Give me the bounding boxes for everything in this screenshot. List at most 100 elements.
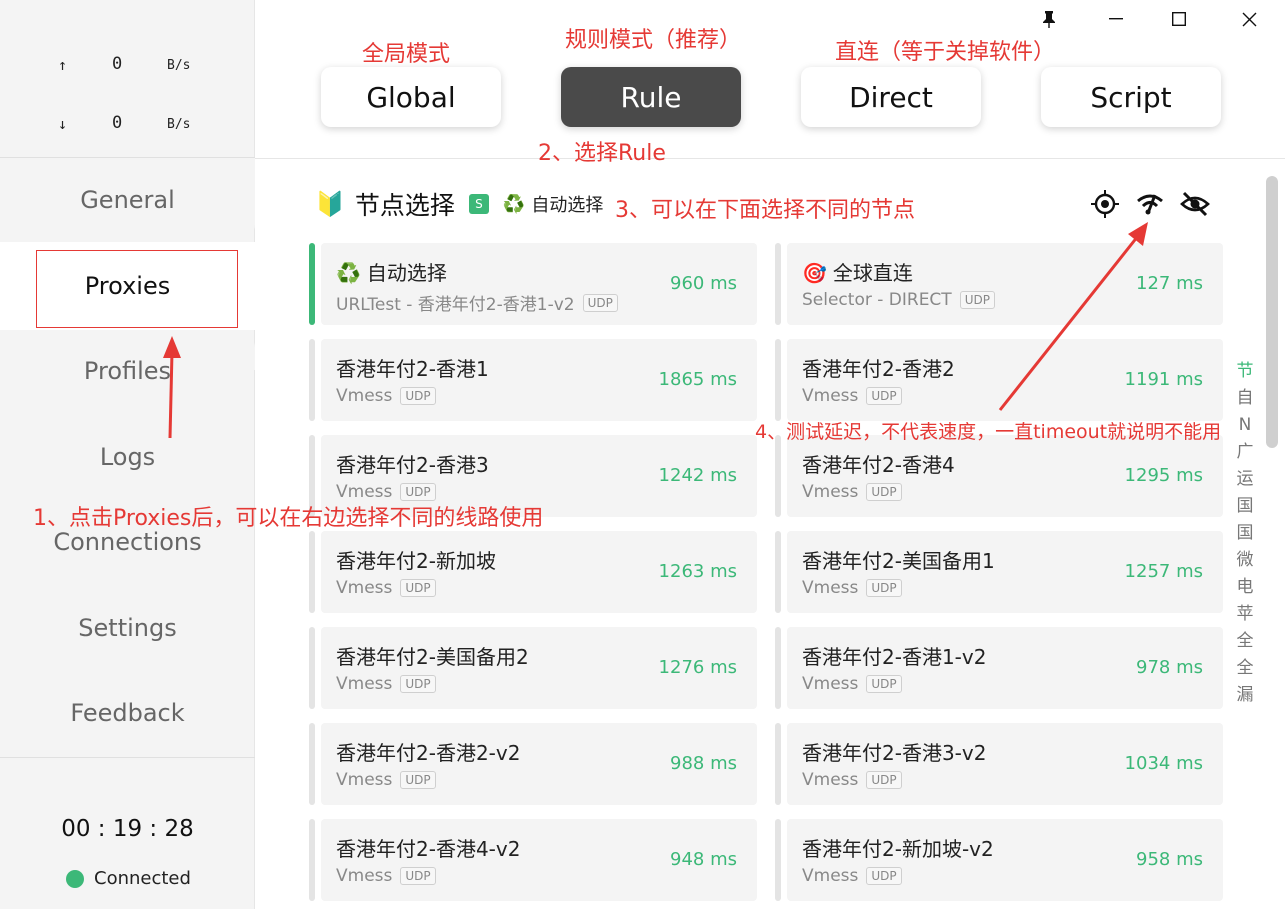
nav-feedback[interactable]: Feedback <box>0 673 255 753</box>
proxy-card[interactable]: 香港年付2-新加坡 Vmess UDP 1263 ms <box>309 531 757 613</box>
alpha-index-item[interactable]: 电 <box>1237 574 1254 601</box>
proxy-card[interactable]: 香港年付2-香港2 Vmess UDP 1191 ms <box>775 339 1223 421</box>
proxy-card-indicator <box>775 627 781 709</box>
proxy-card[interactable]: ♻️ 自动选择 URLTest - 香港年付2-香港1-v2 UDP 960 ms <box>309 243 757 325</box>
minimize-icon[interactable] <box>1096 2 1136 36</box>
proxy-delay[interactable]: 958 ms <box>1136 849 1203 870</box>
proxy-name-text: 香港年付2-香港4-v2 <box>336 837 521 861</box>
alpha-index-item[interactable]: 国 <box>1237 520 1254 547</box>
pin-icon[interactable] <box>1029 2 1069 36</box>
proxies-content: 🔰 节点选择 S ♻️ 自动选择 ♻️ 自动选择 URLTest - 香港年付2-香… <box>255 158 1285 909</box>
proxy-card[interactable]: 香港年付2-香港4-v2 Vmess UDP 948 ms <box>309 819 757 901</box>
proxy-delay[interactable]: 988 ms <box>670 753 737 774</box>
proxy-delay[interactable]: 1191 ms <box>1125 369 1203 390</box>
nav-logs[interactable]: Logs <box>0 417 255 497</box>
proxy-type: Selector - DIRECT UDP <box>802 290 995 310</box>
mode-global-button[interactable]: Global <box>321 67 501 127</box>
udp-badge: UDP <box>400 483 436 501</box>
proxy-name-text: 香港年付2-香港2-v2 <box>336 741 521 765</box>
proxy-name: 香港年付2-美国备用1 <box>802 545 995 574</box>
proxy-type: Vmess UDP <box>802 482 902 502</box>
proxy-card[interactable]: 香港年付2-美国备用2 Vmess UDP 1276 ms <box>309 627 757 709</box>
connection-timer: 00 : 19 : 28 <box>61 816 194 842</box>
proxy-card[interactable]: 香港年付2-新加坡-v2 Vmess UDP 958 ms <box>775 819 1223 901</box>
status-label: Connected <box>94 868 191 889</box>
alpha-index-item[interactable]: 自 <box>1237 385 1254 412</box>
proxy-delay[interactable]: 1257 ms <box>1125 561 1203 582</box>
proxy-name-text: 香港年付2-美国备用2 <box>336 645 529 669</box>
alpha-index-item[interactable]: 苹 <box>1237 601 1254 628</box>
udp-badge: UDP <box>400 579 436 597</box>
mode-script-button[interactable]: Script <box>1041 67 1221 127</box>
proxy-type: URLTest - 香港年付2-香港1-v2 UDP <box>336 290 618 315</box>
group-title: 节点选择 <box>354 191 455 220</box>
alpha-index-item[interactable]: 微 <box>1237 547 1254 574</box>
alpha-index-item[interactable]: 全 <box>1237 628 1254 655</box>
download-unit: B/s <box>167 117 191 132</box>
proxy-delay[interactable]: 1242 ms <box>659 465 737 486</box>
alpha-index[interactable]: 节自N广运国国微电苹全全漏 <box>1234 358 1256 709</box>
nav-general[interactable]: General <box>0 160 255 240</box>
proxy-name-text: 香港年付2-香港3 <box>336 453 489 477</box>
udp-badge: UDP <box>582 293 618 312</box>
wifi-speed-icon[interactable] <box>1135 189 1165 219</box>
udp-badge: UDP <box>866 867 902 885</box>
alpha-index-item[interactable]: N <box>1239 412 1252 439</box>
eye-off-icon[interactable] <box>1180 189 1210 219</box>
proxy-name: 香港年付2-香港3-v2 <box>802 737 986 766</box>
proxy-type-text: Vmess <box>802 770 859 790</box>
alpha-index-item[interactable]: 节 <box>1237 358 1254 385</box>
proxy-card[interactable]: 香港年付2-美国备用1 Vmess UDP 1257 ms <box>775 531 1223 613</box>
proxy-delay[interactable]: 960 ms <box>670 273 737 294</box>
proxy-card[interactable]: 香港年付2-香港2-v2 Vmess UDP 988 ms <box>309 723 757 805</box>
proxy-name-text: 全球直连 <box>832 261 913 285</box>
proxy-card-indicator <box>309 339 315 421</box>
group-type-badge: S <box>468 194 489 214</box>
connection-status: Connected <box>66 868 191 889</box>
mode-direct-button[interactable]: Direct <box>801 67 981 127</box>
proxy-delay[interactable]: 1865 ms <box>659 369 737 390</box>
proxy-type-text: Vmess <box>336 674 393 694</box>
proxy-type: Vmess UDP <box>802 386 902 406</box>
proxy-type: Vmess UDP <box>802 674 902 694</box>
proxy-delay[interactable]: 978 ms <box>1136 657 1203 678</box>
proxy-card[interactable]: 香港年付2-香港1 Vmess UDP 1865 ms <box>309 339 757 421</box>
udp-badge: UDP <box>866 675 902 693</box>
proxy-delay[interactable]: 1276 ms <box>659 657 737 678</box>
proxy-name: 香港年付2-香港2 <box>802 353 955 382</box>
proxy-type: Vmess UDP <box>336 770 436 790</box>
proxy-delay[interactable]: 1295 ms <box>1125 465 1203 486</box>
proxy-delay[interactable]: 1263 ms <box>659 561 737 582</box>
alpha-index-item[interactable]: 运 <box>1237 466 1254 493</box>
proxy-card-indicator <box>775 243 781 325</box>
proxy-group-header[interactable]: 🔰 节点选择 S ♻️ 自动选择 <box>315 187 603 221</box>
mode-rule-button[interactable]: Rule <box>561 67 741 127</box>
crosshair-icon[interactable] <box>1090 189 1120 219</box>
alpha-index-item[interactable]: 国 <box>1237 493 1254 520</box>
proxies-highlight-box <box>36 250 238 328</box>
udp-badge: UDP <box>400 867 436 885</box>
proxy-type: Vmess UDP <box>336 386 436 406</box>
proxy-card[interactable]: 🎯 全球直连 Selector - DIRECT UDP 127 ms <box>775 243 1223 325</box>
annotation-direct-mode: 直连（等于关掉软件） <box>835 40 1056 65</box>
proxy-type: Vmess UDP <box>802 770 902 790</box>
proxy-card[interactable]: 香港年付2-香港4 Vmess UDP 1295 ms <box>775 435 1223 517</box>
alpha-index-item[interactable]: 全 <box>1237 655 1254 682</box>
proxy-delay[interactable]: 127 ms <box>1136 273 1203 294</box>
nav-settings[interactable]: Settings <box>0 588 255 668</box>
close-icon[interactable] <box>1229 2 1269 36</box>
scrollbar-thumb[interactable] <box>1266 176 1278 448</box>
proxy-type: Vmess UDP <box>336 578 436 598</box>
maximize-icon[interactable] <box>1159 2 1199 36</box>
proxy-card[interactable]: 香港年付2-香港3-v2 Vmess UDP 1034 ms <box>775 723 1223 805</box>
nav-profiles[interactable]: Profiles <box>0 331 255 411</box>
alpha-index-item[interactable]: 漏 <box>1237 682 1254 709</box>
proxy-delay[interactable]: 1034 ms <box>1125 753 1203 774</box>
proxy-type: Vmess UDP <box>802 578 902 598</box>
proxy-name: 香港年付2-香港3 <box>336 449 489 478</box>
proxy-type-text: Vmess <box>336 386 393 406</box>
proxy-card[interactable]: 香港年付2-香港1-v2 Vmess UDP 978 ms <box>775 627 1223 709</box>
proxy-type-text: Vmess <box>336 770 393 790</box>
proxy-delay[interactable]: 948 ms <box>670 849 737 870</box>
alpha-index-item[interactable]: 广 <box>1237 439 1254 466</box>
